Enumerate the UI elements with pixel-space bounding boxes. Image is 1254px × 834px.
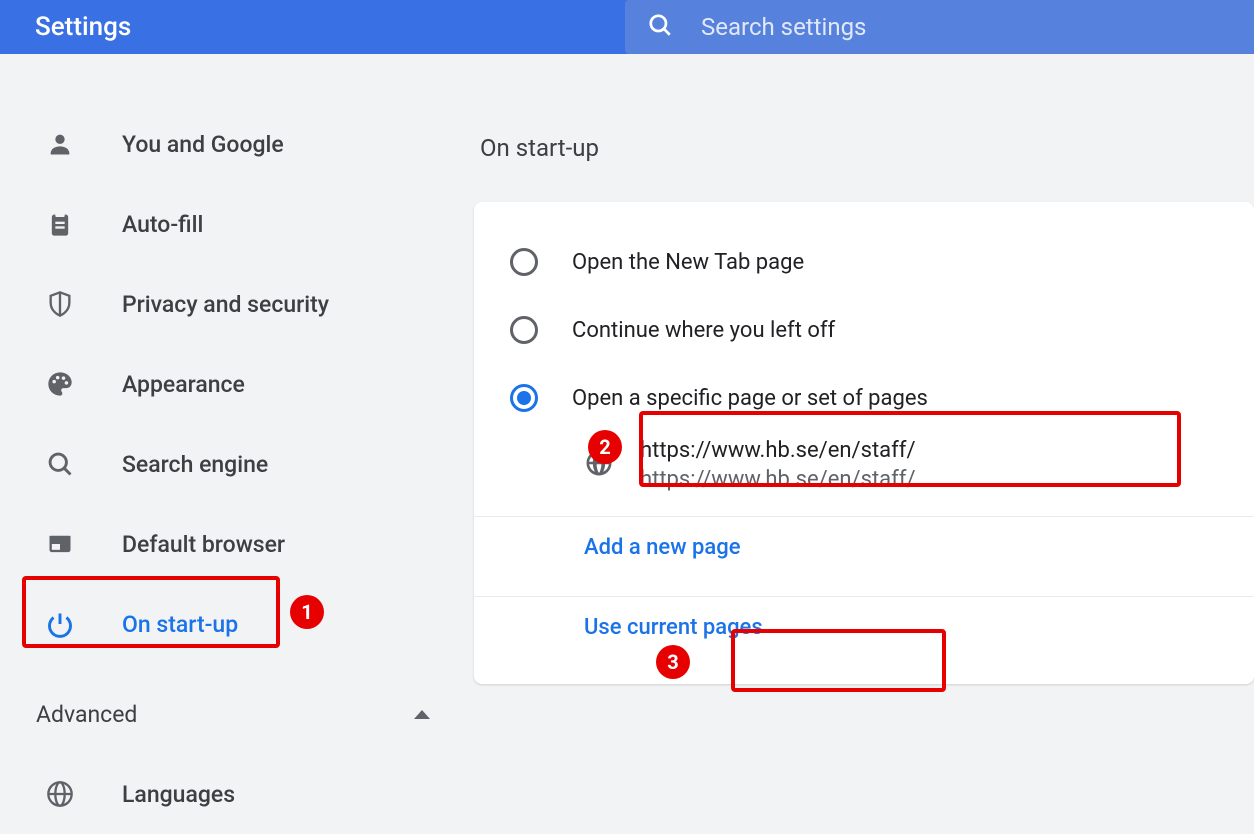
radio-label: Open a specific page or set of pages: [572, 386, 928, 411]
radio-icon-selected: [510, 384, 538, 412]
add-new-page-button[interactable]: Add a new page: [584, 535, 740, 560]
sidebar-item-label: Languages: [122, 781, 235, 808]
page-title: Settings: [35, 12, 625, 42]
sidebar-item-you-and-google[interactable]: You and Google: [30, 104, 480, 184]
sidebar-item-auto-fill[interactable]: Auto-fill: [30, 184, 480, 264]
sidebar-item-privacy-security[interactable]: Privacy and security: [30, 264, 480, 344]
person-icon: [40, 130, 80, 158]
sidebar-item-search-engine[interactable]: Search engine: [30, 424, 480, 504]
globe-icon: [584, 448, 614, 482]
radio-icon: [510, 248, 538, 276]
search-container[interactable]: [625, 0, 1254, 54]
page-entry-url: https://www.hb.se/en/staff/: [640, 467, 916, 492]
radio-label: Open the New Tab page: [572, 250, 804, 275]
sidebar-item-on-start-up[interactable]: On start-up: [30, 584, 480, 664]
sidebar-item-label: Default browser: [122, 531, 285, 558]
radio-option-continue[interactable]: Continue where you left off: [474, 296, 1254, 364]
sidebar-item-languages[interactable]: Languages: [30, 754, 480, 834]
search-icon: [647, 12, 673, 42]
chevron-up-icon: [414, 710, 430, 719]
radio-label: Continue where you left off: [572, 318, 835, 343]
shield-icon: [40, 290, 80, 318]
main-panel: On start-up Open the New Tab page Contin…: [480, 54, 1254, 828]
header-bar: Settings: [0, 0, 1254, 54]
search-input[interactable]: [701, 13, 1101, 41]
sidebar-item-label: On start-up: [122, 611, 238, 638]
sidebar-advanced-toggle[interactable]: Advanced: [30, 674, 480, 754]
sidebar-item-default-browser[interactable]: Default browser: [30, 504, 480, 584]
palette-icon: [40, 370, 80, 398]
search-icon: [40, 450, 80, 478]
advanced-label: Advanced: [36, 701, 137, 728]
page-entry-title: https://www.hb.se/en/staff/: [640, 438, 916, 463]
sidebar-item-appearance[interactable]: Appearance: [30, 344, 480, 424]
power-icon: [40, 610, 80, 638]
add-page-row: Add a new page: [474, 516, 1254, 578]
radio-option-specific-pages[interactable]: Open a specific page or set of pages: [474, 364, 1254, 432]
radio-icon: [510, 316, 538, 344]
radio-option-new-tab[interactable]: Open the New Tab page: [474, 228, 1254, 296]
browser-icon: [40, 530, 80, 558]
clipboard-icon: [40, 210, 80, 238]
sidebar-item-label: You and Google: [122, 131, 284, 158]
sidebar-item-label: Privacy and security: [122, 291, 329, 318]
sidebar: You and Google Auto-fill Privacy and sec…: [0, 54, 480, 828]
startup-card: Open the New Tab page Continue where you…: [474, 202, 1254, 684]
sidebar-item-label: Appearance: [122, 371, 245, 398]
startup-page-entry[interactable]: https://www.hb.se/en/staff/ https://www.…: [474, 432, 1254, 498]
sidebar-item-label: Auto-fill: [122, 211, 203, 238]
section-title: On start-up: [480, 134, 1254, 162]
use-current-pages-button[interactable]: Use current pages: [584, 615, 763, 640]
sidebar-item-label: Search engine: [122, 451, 268, 478]
use-current-row: Use current pages: [474, 596, 1254, 658]
globe-icon: [40, 780, 80, 808]
